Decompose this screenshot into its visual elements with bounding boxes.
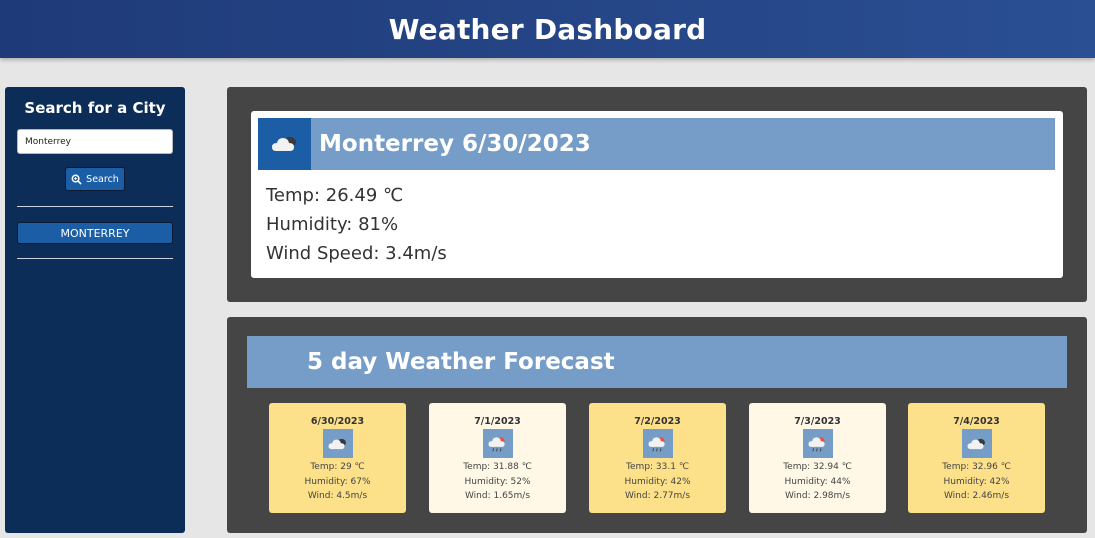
rain-icon (642, 429, 673, 458)
divider (17, 258, 173, 259)
forecast-card: 7/2/2023 Temp: 33.1 ℃ Humidity: 42% Wind… (589, 403, 726, 513)
forecast-date: 7/3/2023 (794, 416, 841, 427)
forecast-humidity: Humidity: 67% (304, 476, 371, 487)
current-weather-banner: Monterrey 6/30/2023 (258, 118, 1055, 170)
search-heading: Search for a City (24, 99, 166, 117)
forecast-wind: Wind: 4.5m/s (307, 491, 368, 501)
current-temp: Temp: 26.49 ℃ (266, 185, 404, 206)
rain-icon (802, 429, 833, 458)
forecast-banner: 5 day Weather Forecast (247, 336, 1067, 388)
forecast-temp: Temp: 29 ℃ (310, 462, 365, 472)
current-wind: Wind Speed: 3.4m/s (266, 243, 447, 264)
forecast-heading: 5 day Weather Forecast (307, 349, 615, 375)
current-stats: Temp: 26.49 ℃ Humidity: 81% Wind Speed: … (266, 181, 447, 268)
forecast-card: 7/4/2023 Temp: 32.96 ℃ Humidity: 42% Win… (908, 403, 1045, 513)
forecast-humidity: Humidity: 42% (624, 476, 691, 487)
current-city-title: Monterrey 6/30/2023 (319, 131, 591, 157)
forecast-card: 7/3/2023 Temp: 32.94 ℃ Humidity: 44% Win… (749, 403, 886, 513)
forecast-humidity: Humidity: 52% (464, 476, 531, 487)
forecast-wind: Wind: 2.77m/s (624, 491, 691, 501)
app-header: Weather Dashboard (0, 0, 1095, 58)
forecast-card: 6/30/2023 Temp: 29 ℃ Humidity: 67% Wind:… (269, 403, 406, 513)
forecast-wind: Wind: 1.65m/s (464, 491, 531, 501)
rain-icon (482, 429, 513, 458)
search-button-label: Search (86, 173, 119, 185)
search-sidebar: Search for a City Search MONTERREY (5, 87, 185, 533)
current-weather-card: Monterrey 6/30/2023 Temp: 26.49 ℃ Humidi… (251, 111, 1063, 278)
search-button[interactable]: Search (65, 167, 125, 191)
forecast-card: 7/1/2023 Temp: 31.88 ℃ Humidity: 52% Win… (429, 403, 566, 513)
search-icon (71, 174, 82, 185)
forecast-wind: Wind: 2.98m/s (784, 491, 851, 501)
forecast-date: 7/2/2023 (634, 416, 681, 427)
forecast-humidity: Humidity: 44% (784, 476, 851, 487)
forecast-humidity: Humidity: 42% (943, 476, 1010, 487)
forecast-temp: Temp: 31.88 ℃ (463, 462, 532, 472)
city-search-input[interactable] (17, 129, 173, 154)
cloud-icon (258, 118, 311, 170)
cloud-icon (961, 429, 992, 458)
forecast-temp: Temp: 33.1 ℃ (626, 462, 689, 472)
forecast-date: 6/30/2023 (310, 416, 365, 427)
forecast-wind: Wind: 2.46m/s (943, 491, 1010, 501)
forecast-panel: 5 day Weather Forecast 6/30/2023 Temp: 2… (227, 317, 1087, 533)
cloud-icon (322, 429, 353, 458)
forecast-temp: Temp: 32.96 ℃ (942, 462, 1011, 472)
current-weather-panel: Monterrey 6/30/2023 Temp: 26.49 ℃ Humidi… (227, 87, 1087, 302)
forecast-date: 7/4/2023 (953, 416, 1000, 427)
forecast-date: 7/1/2023 (474, 416, 521, 427)
history-city-button[interactable]: MONTERREY (17, 222, 173, 244)
page-title: Weather Dashboard (388, 12, 707, 46)
current-humidity: Humidity: 81% (266, 214, 399, 235)
forecast-temp: Temp: 32.94 ℃ (783, 462, 852, 472)
divider (17, 206, 173, 207)
